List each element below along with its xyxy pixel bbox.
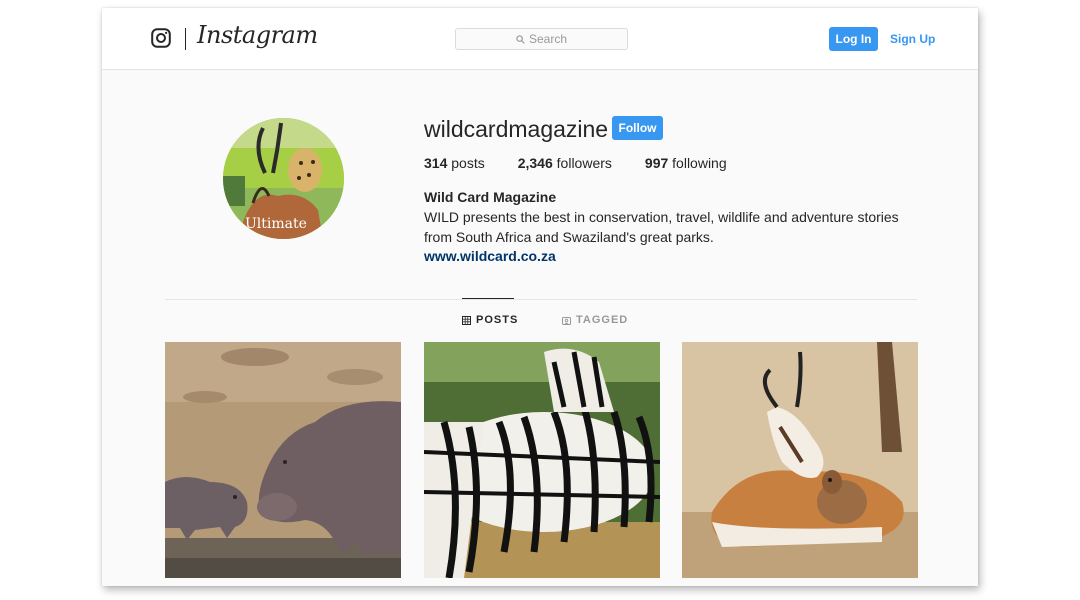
signup-link[interactable]: Sign Up xyxy=(890,27,935,51)
profile-avatar[interactable]: Ultimate xyxy=(223,118,344,239)
hippo-photo xyxy=(165,342,401,578)
springbok-photo xyxy=(682,342,918,578)
profile-stats: 314 posts 2,346 followers 997 following xyxy=(424,155,760,171)
top-navigation-bar: Instagram Search Log In Sign Up xyxy=(102,8,978,70)
tab-tagged[interactable]: TAGGED xyxy=(562,314,628,326)
post-thumbnail-hippos[interactable] xyxy=(165,342,401,578)
tag-icon xyxy=(562,316,571,325)
search-placeholder: Search xyxy=(528,32,568,46)
following-stat[interactable]: 997 following xyxy=(645,155,727,171)
active-tab-indicator xyxy=(462,298,514,299)
profile-bio: WILD presents the best in conservation, … xyxy=(424,209,899,245)
followers-count: 2,346 xyxy=(517,155,553,171)
tab-posts-label: POSTS xyxy=(476,314,519,326)
browser-window: Instagram Search Log In Sign Up Ultimate xyxy=(102,8,978,586)
instagram-camera-icon[interactable] xyxy=(151,28,171,48)
avatar-cover-text: Ultimate xyxy=(245,216,307,232)
login-button[interactable]: Log In xyxy=(829,27,878,51)
avatar-magazine-cover-image: Ultimate xyxy=(223,118,344,239)
post-thumbnail-springbok[interactable] xyxy=(682,342,918,578)
posts-stat: 314 posts xyxy=(424,155,485,171)
following-label: following xyxy=(672,155,727,171)
posts-label: posts xyxy=(451,155,485,171)
post-thumbnail-zebras[interactable] xyxy=(424,342,660,578)
profile-username: wildcardmagazine xyxy=(424,116,609,142)
profile-full-name: Wild Card Magazine xyxy=(424,189,557,205)
profile-website-link[interactable]: www.wildcard.co.za xyxy=(424,248,556,264)
logo-divider xyxy=(185,28,186,50)
instagram-wordmark-logo[interactable]: Instagram xyxy=(197,21,318,49)
tabs-divider xyxy=(165,299,917,300)
tab-posts[interactable]: POSTS xyxy=(462,314,518,326)
search-input[interactable]: Search xyxy=(455,28,628,50)
following-count: 997 xyxy=(644,155,669,171)
search-icon xyxy=(516,34,525,44)
follow-button[interactable]: Follow xyxy=(612,116,663,140)
followers-label: followers xyxy=(556,155,612,171)
tab-tagged-label: TAGGED xyxy=(576,314,629,326)
grid-icon xyxy=(462,315,471,325)
followers-stat[interactable]: 2,346 followers xyxy=(518,155,612,171)
zebra-photo xyxy=(424,342,660,578)
posts-count: 314 xyxy=(424,155,448,171)
